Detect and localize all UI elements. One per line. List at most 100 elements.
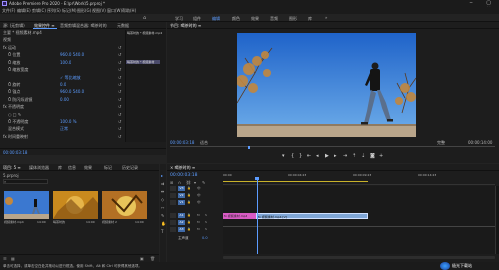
effect-row-value[interactable]: 0.0: [60, 82, 66, 87]
mute-icon[interactable]: M: [197, 220, 200, 224]
track-label[interactable]: V3: [178, 186, 185, 191]
keyframe-reset-icon[interactable]: ↺: [118, 112, 121, 117]
effect-row[interactable]: 混合模式 正常 ↺: [0, 125, 125, 132]
lock-icon[interactable]: 🔒: [187, 200, 191, 204]
clip[interactable]: fx 视频素材.mp4 [V]: [256, 213, 368, 219]
keyframe-reset-icon[interactable]: ↺: [118, 134, 121, 139]
keyframe-reset-icon[interactable]: ↺: [118, 119, 121, 124]
keyframe-reset-icon[interactable]: ↺: [118, 97, 121, 102]
solo-icon[interactable]: S: [205, 227, 207, 231]
keyframe-reset-icon[interactable]: ↺: [118, 52, 121, 57]
step-forward-icon[interactable]: ▸: [334, 153, 337, 159]
hand-tool-icon[interactable]: ✋: [161, 221, 166, 226]
track-header[interactable]: A3 🔒 M S: [167, 227, 223, 233]
slip-tool-icon[interactable]: ⇿: [161, 205, 164, 210]
work-area-bar[interactable]: [223, 181, 368, 182]
effect-row[interactable]: Ö 锚点 960.0 540.0 ↺: [0, 88, 125, 95]
tab-program[interactable]: 节目: 喝茶时的 ≡: [170, 23, 201, 29]
master-track-header[interactable]: 主声道 0.0: [167, 236, 223, 242]
trash-icon[interactable]: 🗑: [150, 256, 155, 261]
effect-row[interactable]: fx 运动 ↺: [0, 44, 125, 51]
lock-icon[interactable]: 🔒: [187, 186, 191, 190]
track-header[interactable]: V2 🔒 👁: [167, 193, 223, 199]
keyframe-reset-icon[interactable]: ↺: [118, 82, 121, 87]
effect-clip-bar[interactable]: 喝茶时的 * 视频素材: [126, 60, 160, 64]
effect-row-value[interactable]: ✓ 等比缩放: [60, 75, 81, 81]
track-label[interactable]: A2: [178, 220, 185, 225]
insert-sequence-icon[interactable]: ⊞: [170, 180, 173, 185]
effect-row[interactable]: ✓ 等比缩放 ↺: [0, 74, 125, 81]
ripple-edit-icon[interactable]: ⇹: [161, 189, 164, 194]
extract-icon[interactable]: ⇣: [361, 153, 365, 159]
type-tool-icon[interactable]: T: [161, 229, 163, 234]
effect-row-value[interactable]: 100.0: [60, 60, 71, 65]
track-label[interactable]: V2: [178, 193, 185, 198]
track-target-toggle[interactable]: [170, 213, 176, 218]
track-target-toggle[interactable]: [170, 200, 176, 205]
track-select-icon[interactable]: ⇉: [161, 181, 164, 186]
tab-history[interactable]: 历史记录: [122, 165, 138, 171]
go-to-out-icon[interactable]: ⇥: [343, 153, 347, 159]
mute-icon[interactable]: M: [197, 227, 200, 231]
effect-row[interactable]: Ö 缩放宽度 ↺: [0, 66, 125, 73]
play-icon[interactable]: ▶: [325, 153, 329, 159]
track-header[interactable]: V3 🔒 👁: [167, 186, 223, 192]
tab-effects[interactable]: 效果: [84, 165, 92, 171]
keyframe-reset-icon[interactable]: ↺: [118, 126, 121, 131]
solo-icon[interactable]: S: [205, 213, 207, 217]
workspace-more-icon[interactable]: »: [325, 15, 327, 20]
timeline-ruler[interactable]: 00:00 00:00:04:23 00:00:09:23 00:00:14:2…: [223, 173, 495, 185]
button-editor-icon[interactable]: +: [379, 153, 383, 159]
solo-icon[interactable]: S: [205, 220, 207, 224]
lock-icon[interactable]: 🔒: [187, 220, 191, 224]
linked-selection-icon[interactable]: ⛓: [186, 180, 191, 185]
effect-source-label[interactable]: 主要 * 视频素材.mp4: [3, 30, 63, 36]
effect-row-value[interactable]: 960.0 540.0: [60, 89, 84, 94]
effect-row-value[interactable]: 960.0 540.0: [60, 52, 84, 57]
razor-tool-icon[interactable]: ◇: [161, 197, 164, 202]
effect-row-value[interactable]: 正常: [60, 126, 68, 132]
keyframe-reset-icon[interactable]: ↺: [118, 89, 121, 94]
home-icon[interactable]: ⌂: [143, 15, 149, 21]
tab-libraries[interactable]: 库: [58, 165, 62, 171]
tab-source[interactable]: 源: (无剪辑): [3, 23, 25, 29]
track-label[interactable]: A3: [178, 227, 185, 232]
tab-audio-mixer[interactable]: 音频剪辑混合器: 喝茶时的: [60, 23, 107, 29]
settings-wrench-icon[interactable]: ✎: [202, 180, 205, 185]
effect-footer-timecode[interactable]: 00:00:03:18: [3, 150, 27, 155]
program-timecode[interactable]: 00:00:03:18: [170, 140, 194, 145]
add-marker-icon[interactable]: ▾: [282, 153, 285, 159]
track-target-toggle[interactable]: [170, 220, 176, 225]
lock-icon[interactable]: 🔒: [187, 227, 191, 231]
tab-media-browser[interactable]: 媒体浏览器: [29, 165, 49, 171]
new-item-icon[interactable]: ▣: [140, 256, 144, 261]
project-search-input[interactable]: [3, 179, 48, 184]
effect-row[interactable]: Ö 位置 960.0 540.0 ↺: [0, 51, 125, 58]
clip[interactable]: fx 视频素材.mp4: [223, 213, 256, 219]
keyframe-reset-icon[interactable]: ↺: [118, 75, 121, 80]
step-back-icon[interactable]: ◂: [316, 153, 319, 159]
track-target-toggle[interactable]: [170, 193, 176, 198]
mark-in-icon[interactable]: {: [291, 153, 294, 159]
keyframe-reset-icon[interactable]: ↺: [118, 67, 121, 72]
lock-icon[interactable]: 🔒: [187, 193, 191, 197]
mark-out-icon[interactable]: }: [299, 153, 302, 159]
effect-row[interactable]: Ö 缩放 100.0 ↺: [0, 59, 125, 66]
effect-row[interactable]: ○ □ ✎ ↺: [0, 111, 125, 118]
mute-icon[interactable]: M: [197, 213, 200, 217]
eye-icon[interactable]: 👁: [197, 186, 201, 190]
track-label[interactable]: V1: [178, 200, 185, 205]
project-item[interactable]: 喝茶时的 14:00: [53, 191, 98, 227]
effect-row[interactable]: fx 不透明度 ↺: [0, 103, 125, 110]
tab-markers[interactable]: 标记: [104, 165, 112, 171]
export-frame-icon[interactable]: ◙: [370, 153, 375, 159]
effect-row-value[interactable]: 100.0 %: [60, 119, 77, 124]
eye-icon[interactable]: 👁: [197, 200, 201, 204]
playhead-handle[interactable]: [255, 177, 259, 180]
track-header[interactable]: A1 🔒 M S: [167, 213, 223, 219]
track-target-toggle[interactable]: [170, 227, 176, 232]
tab-project[interactable]: 项目: 5 ≡: [3, 165, 21, 171]
timeline-timecode[interactable]: 00:00:03:18: [170, 173, 197, 178]
tab-info[interactable]: 信息: [68, 165, 76, 171]
tab-metadata[interactable]: 元数据: [117, 23, 129, 29]
